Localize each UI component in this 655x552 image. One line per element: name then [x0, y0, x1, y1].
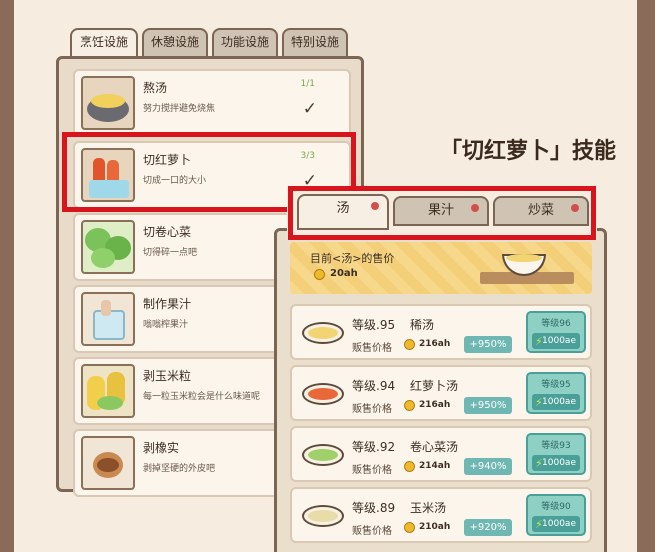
- thin-soup-dish-icon: [302, 316, 344, 348]
- cabbage-soup-dish-icon: [302, 438, 344, 470]
- acorn-thumb: [81, 436, 135, 490]
- cabbage-thumb: [81, 220, 135, 274]
- level-label: 等级.94: [352, 379, 396, 393]
- bonus-badge: +920%: [464, 519, 512, 536]
- upgrade-button[interactable]: 等级90 ⚡ 1000ae: [526, 494, 586, 536]
- frame-left: [0, 0, 14, 552]
- tab-label: 烹饪设施: [79, 35, 128, 49]
- soup-pot-thumb: [81, 76, 135, 130]
- sell-price-value: 216ah: [419, 339, 451, 349]
- coin-icon: [404, 522, 415, 533]
- cost-value: 1000ae: [542, 336, 576, 346]
- corn-soup-dish-icon: [302, 499, 344, 531]
- sell-price-label: 贩售价格: [352, 526, 392, 537]
- next-level-label: 等级93: [541, 441, 571, 451]
- next-level-label: 等级95: [541, 380, 571, 390]
- recipe-desc: 努力搅拌避免烧焦: [143, 104, 216, 114]
- tab-label: 功能设施: [220, 35, 269, 49]
- carrot-soup-dish-icon: [302, 377, 344, 409]
- sell-price-label: 贩售价格: [352, 343, 392, 354]
- upgrade-cost: ⚡ 1000ae: [532, 394, 580, 410]
- recipe-card[interactable]: 熬汤 努力搅拌避免烧焦 1/1 ✓: [73, 69, 351, 137]
- tab-label: 休憩设施: [150, 35, 199, 49]
- level-label: 等级.92: [352, 440, 396, 454]
- bolt-icon: ⚡: [535, 518, 543, 531]
- level-row: 等级.95 稀汤 贩售价格 216ah +950% 等级96 ⚡ 1000ae: [290, 304, 592, 360]
- dish-name: 红萝卜汤: [410, 379, 459, 393]
- level-row: 等级.92 卷心菜汤 贩售价格 214ah +940% 等级93 ⚡ 1000ae: [290, 426, 592, 482]
- upgrade-button[interactable]: 等级96 ⚡ 1000ae: [526, 311, 586, 353]
- bolt-icon: ⚡: [535, 335, 543, 348]
- skill-title: 「切红萝卜」技能: [440, 139, 617, 164]
- current-price-banner: 目前<汤>的售价 20ah: [290, 242, 592, 294]
- upgrade-cost: ⚡ 1000ae: [532, 516, 580, 532]
- next-level-label: 等级96: [541, 319, 571, 329]
- bonus-badge: +940%: [464, 458, 512, 475]
- next-level-label: 等级90: [541, 502, 571, 512]
- price-value: 20ah: [330, 268, 358, 279]
- highlight-frame-tabs: [288, 186, 596, 240]
- dish-name: 稀汤: [410, 318, 435, 332]
- recipe-name: 切卷心菜: [143, 225, 192, 239]
- sell-price-label: 贩售价格: [352, 465, 392, 476]
- bonus-badge: +950%: [464, 397, 512, 414]
- bonus-badge: +950%: [464, 336, 512, 353]
- bolt-icon: ⚡: [535, 396, 543, 409]
- upgrade-button[interactable]: 等级93 ⚡ 1000ae: [526, 433, 586, 475]
- upgrade-button[interactable]: 等级95 ⚡ 1000ae: [526, 372, 586, 414]
- upgrade-cost: ⚡ 1000ae: [532, 333, 580, 349]
- juicer-thumb: [81, 292, 135, 346]
- recipe-name: 剥橡实: [143, 441, 180, 455]
- recipe-desc: 每一粒玉米粒会是什么味道呢: [143, 392, 261, 402]
- coin-icon: [404, 400, 415, 411]
- cost-value: 1000ae: [542, 397, 576, 407]
- recipe-name: 剥玉米粒: [143, 369, 192, 383]
- recipe-desc: 剥掉坚硬的外皮吧: [143, 464, 216, 474]
- bolt-icon: ⚡: [535, 457, 543, 470]
- level-row: 等级.94 红萝卜汤 贩售价格 216ah +950% 等级95 ⚡ 1000ae: [290, 365, 592, 421]
- cost-value: 1000ae: [542, 519, 576, 529]
- upgrade-cost: ⚡ 1000ae: [532, 455, 580, 471]
- tab-label: 特别设施: [290, 35, 339, 49]
- recipe-desc: 嗡嗡榨果汁: [143, 320, 189, 330]
- sell-price-value: 216ah: [419, 400, 451, 410]
- soup-icon: [506, 254, 542, 262]
- sell-price-label: 贩售价格: [352, 404, 392, 415]
- tab-rest[interactable]: 休憩设施: [142, 28, 208, 56]
- coin-icon: [404, 339, 415, 350]
- coin-icon: [404, 461, 415, 472]
- cost-value: 1000ae: [542, 458, 576, 468]
- check-icon: ✓: [302, 99, 317, 119]
- sell-price-value: 210ah: [419, 522, 451, 532]
- sell-price-value: 214ah: [419, 461, 451, 471]
- dish-name: 玉米汤: [410, 501, 447, 515]
- level-label: 等级.89: [352, 501, 396, 515]
- frame-right: [637, 0, 655, 552]
- recipe-name: 熬汤: [143, 81, 168, 95]
- recipe-name: 制作果汁: [143, 297, 192, 311]
- coin-icon: [314, 269, 325, 280]
- recipe-desc: 切得碎一点吧: [143, 248, 198, 258]
- dish-name: 卷心菜汤: [410, 440, 459, 454]
- corn-thumb: [81, 364, 135, 418]
- tab-cooking[interactable]: 烹饪设施: [70, 28, 138, 58]
- price-label: 目前<汤>的售价: [310, 252, 395, 265]
- tab-special[interactable]: 特别设施: [282, 28, 348, 56]
- level-label: 等级.95: [352, 318, 396, 332]
- level-row: 等级.89 玉米汤 贩售价格 210ah +920% 等级90 ⚡ 1000ae: [290, 487, 592, 543]
- recipe-count: 1/1: [300, 79, 315, 89]
- tab-function[interactable]: 功能设施: [212, 28, 278, 56]
